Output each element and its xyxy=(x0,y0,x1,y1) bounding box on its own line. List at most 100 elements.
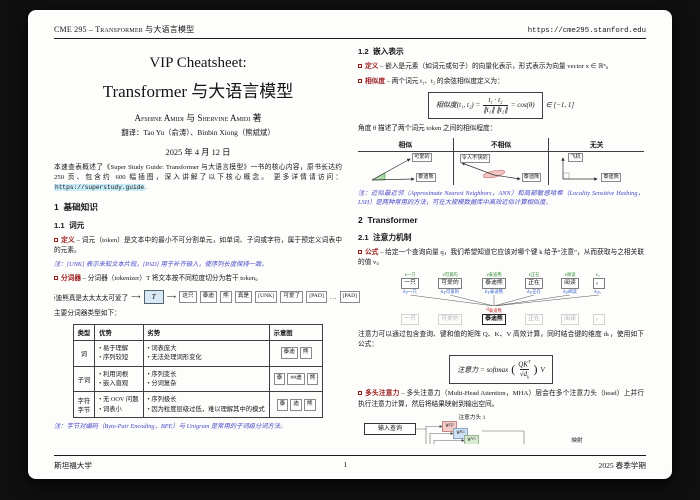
token-chip: 熊 xyxy=(220,291,232,303)
token-chip: 迪 xyxy=(290,399,302,411)
pdf-page: CME 295 – Transformer 与大语言模型 https://cme… xyxy=(28,10,672,479)
formula-denominator: ∥t₁∥ ∥t₂∥ xyxy=(483,104,508,114)
token-chip: 泰迪熊 xyxy=(482,277,506,290)
col-header-pros: 优势 xyxy=(94,323,144,341)
table-intro: 主要分词器类型如下： xyxy=(54,309,121,317)
token-chip: 一只 xyxy=(401,277,419,290)
token-chip: 正在 xyxy=(525,277,543,290)
footer-page-number: 1 xyxy=(343,460,348,469)
token-chip: 熊 xyxy=(306,373,319,385)
section-1-2-heading: 1.2 嵌入表示 xyxy=(358,47,404,56)
authors: Afshine Amidi 与 Shervine Amidi 著 xyxy=(134,113,262,123)
attention-fan-lines xyxy=(409,295,600,307)
token-chip: 可爱的 xyxy=(438,277,462,290)
token-chip: 泰 xyxy=(273,373,286,385)
definition-mha: 多头注意力 – 多头注意力（Multi-Head Attention，MHA）层… xyxy=(358,389,644,409)
col-header-cons: 劣势 xyxy=(142,323,270,341)
token-chip: 。 xyxy=(593,277,605,290)
similar-vectors-figure xyxy=(371,158,415,181)
definition-text: – 词元（token）是文本中的最小不可分割单元，如单词、子词或字符，属于预定义… xyxy=(54,237,343,255)
definition-embedding: 定义 – 嵌入是元素（如词元或句子）的向量化表示，形式表示为向量 vector … xyxy=(358,62,644,72)
token-chip: 可爱的 xyxy=(438,314,462,326)
row-pros: 无 OOV 问题 词表小 xyxy=(94,391,144,419)
ellipsis: … xyxy=(329,293,337,301)
definition-square-icon xyxy=(358,249,362,254)
row-type: 词 xyxy=(72,339,96,367)
token-chip: 泰 xyxy=(276,399,289,411)
note-bpe: 注：字节对编码（Byte-Pair Encoding，BPE）与 Unigram… xyxy=(54,423,287,431)
col-header-demo: 示意图 xyxy=(268,323,324,341)
intro-period: . xyxy=(145,184,147,192)
row-demo: 泰 ##迪 熊 xyxy=(268,365,324,393)
cosine-similarity-formula: 相似度(t₁, t₂) = t₁ · t₂ ∥t₁∥ ∥t₂∥ = cos(θ)… xyxy=(358,92,644,119)
formula-lhs: 注意力 = softmax xyxy=(457,365,509,374)
page-header: CME 295 – Transformer 与大语言模型 https://cme… xyxy=(54,24,646,39)
projection-label: 映射 xyxy=(571,437,583,444)
orthogonal-vectors-figure xyxy=(561,156,599,181)
con-item: 因为粒度层级过低，难以理解其中的模式 xyxy=(148,405,264,414)
similarity-term: 相似度 xyxy=(365,78,386,86)
dissimilar-panel: 不相似 令人不快的 泰迪熊 xyxy=(452,137,549,185)
formula-rhs: V xyxy=(540,365,545,374)
token-chip: 可爱了 xyxy=(280,291,304,303)
mha-text: – 多头注意力（Multi-Head Attention，MHA）层会在多个注意… xyxy=(358,390,645,408)
footer-university: 斯坦福大学 xyxy=(54,461,92,470)
tokenizer-term: 分词器 xyxy=(61,275,82,283)
angle-text: 角度 θ 描述了两个词元 token 之间的相似程度： xyxy=(358,124,497,132)
token-chip: 这只 xyxy=(179,291,197,303)
vector-label: 泰迪熊 xyxy=(521,172,542,183)
pro-item: 无 OOV 问题 xyxy=(99,395,139,404)
definition-similarity: 相似度 – 两个词元 t₁、t₂ 的余弦相似度定义为： xyxy=(358,77,644,87)
attention-formula-text: – 给定一个查询向量 q，我们希望知道它应该对哪个键 k 给予“注意”，从而获取… xyxy=(358,248,645,266)
embedding-term: 定义 xyxy=(365,63,379,70)
vector-label: 令人不快的 xyxy=(459,153,490,164)
definition-tokenizer: 分词器 – 分词器（tokenizer）T 将文本按不同粒度切分为若干 toke… xyxy=(54,274,342,284)
row-type: 子词 xyxy=(72,365,96,393)
token-chip: 一只 xyxy=(401,314,419,326)
open-paren: ( xyxy=(511,362,516,377)
token-chip: 。 xyxy=(593,314,605,326)
con-item: 序列极长 xyxy=(148,395,265,404)
doc-title-line1: VIP Cheatsheet: xyxy=(149,55,247,71)
head-1-label: 注意力头 1 xyxy=(458,414,486,421)
con-item: 词表庞大 xyxy=(148,344,265,353)
panel-title: 无关 xyxy=(549,138,645,152)
two-column-body: VIP Cheatsheet: Transformer 与大语言模型 Afshi… xyxy=(54,44,646,444)
definition-square-icon xyxy=(54,276,58,281)
row-demo: 泰 迪 熊 xyxy=(268,391,324,419)
query-token-row: 一只 可爱的 泰迪熊 正在 阅读 。 xyxy=(395,314,607,326)
definition-square-icon xyxy=(358,391,362,396)
section-1-heading: 1 基础知识 xyxy=(54,202,98,213)
section-2-1-heading: 2.1 注意力机制 xyxy=(358,232,412,242)
attention-diagram: v 一只 v 可爱的 v 泰迪熊 v 正在 v 阅读 v。 一只 可爱的 泰迪熊 正在 阅… xyxy=(358,272,644,326)
row-pros: 易于理解 序列较短 xyxy=(94,339,144,367)
formula-range: ∈ [−1, 1] xyxy=(545,101,575,110)
highlighted-token-chip: 泰迪熊 xyxy=(482,314,506,326)
vector-label: 泰迪熊 xyxy=(416,172,436,183)
pro-item: 易于理解 xyxy=(99,344,138,353)
attention-formula: 注意力 = softmax ( QKT √dk ) V xyxy=(358,355,644,385)
token-chip: 真是 xyxy=(234,291,253,303)
table-row: 词 易于理解 序列较短 词表庞大 无法处理词形变化 泰迪 熊 xyxy=(72,339,324,367)
panel-title: 不相似 xyxy=(453,138,549,152)
definition-token: 定义 – 词元（token）是文本中的最小不可分割单元，如单词、子词或字符，属于… xyxy=(54,236,342,256)
embedding-text: – 嵌入是元素（如词元或句子）的向量化表示，形式表示为向量 vector x ∈… xyxy=(380,63,613,70)
footer-term: 2025 春季学期 xyxy=(598,461,646,470)
token-chip: 熊 xyxy=(299,347,312,359)
left-column: VIP Cheatsheet: Transformer 与大语言模型 Afshi… xyxy=(54,44,361,444)
superstudy-link[interactable]: https://superstudy.guide xyxy=(54,184,146,192)
formula-numerator: t₁ · t₂ xyxy=(488,96,503,105)
vector-label: 飞机 xyxy=(568,152,583,163)
input-query-box: 输入查询 xyxy=(364,422,416,436)
definition-square-icon xyxy=(358,79,362,84)
course-url-link[interactable]: https://cme295.stanford.edu xyxy=(528,27,646,35)
arrow-right-icon: ⟶ xyxy=(166,294,177,302)
token-chip: 泰迪 xyxy=(199,291,217,303)
token-chip: ##迪 xyxy=(287,373,305,385)
row-cons: 序列极长 因为粒度层级过低，难以理解其中的模式 xyxy=(142,391,270,419)
page-footer: 斯坦福大学 1 2025 春季学期 xyxy=(54,455,646,471)
unrelated-panel: 无关 飞机 泰迪熊 xyxy=(548,137,645,185)
table-row: 字符 字节 无 OOV 问题 词表小 序列极长 因为粒度层级过低，难以理解其中的… xyxy=(72,391,324,419)
tokenizer-types-table: 类型 优势 劣势 示意图 词 易于理解 序列较短 词表庞大 无法处理词形变化 xyxy=(72,323,324,419)
con-item: 分词复杂 xyxy=(148,379,265,388)
